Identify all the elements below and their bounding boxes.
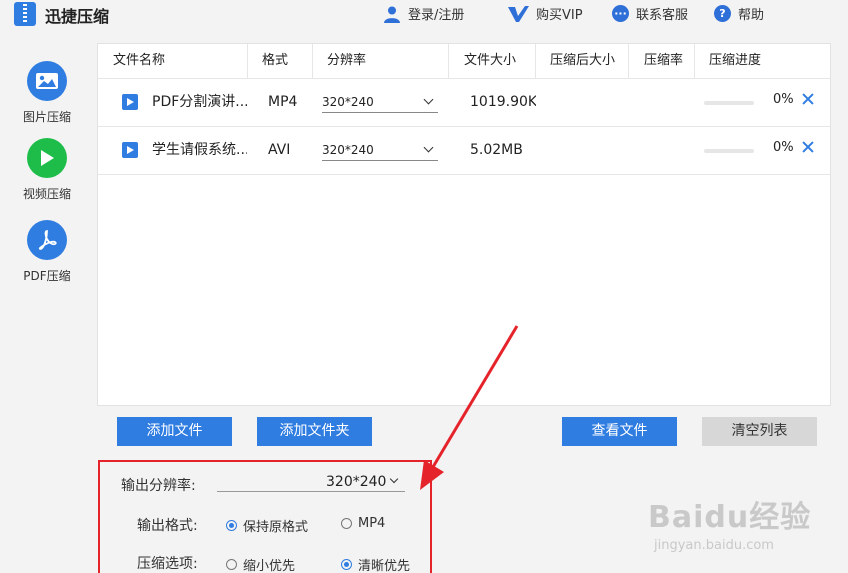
resolution-value: 320*240	[322, 143, 374, 157]
sidebar-item-label: 视频压缩	[22, 187, 71, 201]
support-link[interactable]: ··· 联系客服	[612, 4, 688, 23]
add-file-button[interactable]: 添加文件	[117, 417, 232, 446]
clear-list-button[interactable]: 清空列表	[702, 417, 817, 446]
user-icon	[384, 6, 400, 23]
support-label: 联系客服	[636, 8, 689, 23]
video-file-icon	[122, 142, 138, 158]
resolution-value: 320*240	[322, 95, 374, 109]
file-size: 5.02MB	[470, 142, 523, 158]
baidu-watermark: Baidu经验 jingyan.baidu.com	[648, 492, 818, 562]
help-label: 帮助	[738, 8, 765, 23]
progress-bar	[704, 149, 754, 153]
login-link[interactable]: 登录/注册	[383, 4, 464, 23]
buy-vip-link[interactable]: 购买VIP	[507, 4, 583, 23]
watermark-sub: jingyan.baidu.com	[654, 538, 774, 553]
progress-percent: 0%	[773, 92, 794, 107]
remove-file-close-icon[interactable]	[801, 140, 815, 154]
column-header: 分辨率	[327, 53, 367, 68]
resolution-select[interactable]: 320*240	[322, 139, 438, 161]
watermark-main: Baidu经验	[648, 500, 812, 535]
resolution-select[interactable]: 320*240	[322, 91, 438, 113]
view-files-button[interactable]: 查看文件	[562, 417, 677, 446]
progress-percent: 0%	[773, 140, 794, 155]
chat-icon: ···	[612, 5, 629, 22]
pdf-icon	[27, 220, 67, 260]
column-header: 文件大小	[464, 53, 517, 68]
sidebar-item-label: 图片压缩	[22, 110, 71, 124]
file-name: PDF分割演讲...	[152, 94, 247, 110]
sidebar-item-image-compress[interactable]: 图片压缩	[12, 61, 82, 125]
play-icon	[27, 138, 67, 178]
table-row[interactable]: PDF分割演讲... MP4 320*240 1019.90KE 0%	[98, 79, 830, 127]
chevron-down-icon	[423, 94, 434, 105]
chevron-down-icon	[423, 142, 434, 153]
file-format: MP4	[268, 94, 298, 110]
login-label: 登录/注册	[408, 8, 465, 23]
vip-icon	[508, 5, 529, 22]
column-header: 文件名称	[113, 53, 166, 68]
remove-file-close-icon[interactable]	[801, 92, 815, 106]
title-bar: 迅捷压缩 登录/注册 购买VIP ··· 联系客服 ? 帮助	[0, 0, 848, 30]
column-header: 压缩率	[644, 53, 684, 68]
help-icon: ?	[714, 5, 731, 22]
help-link[interactable]: ? 帮助	[714, 4, 764, 23]
add-folder-button[interactable]: 添加文件夹	[257, 417, 372, 446]
image-icon	[27, 61, 67, 101]
column-header: 压缩后大小	[550, 53, 616, 68]
app-title: 迅捷压缩	[45, 7, 110, 26]
column-header: 格式	[262, 53, 289, 68]
sidebar-item-pdf-compress[interactable]: PDF压缩	[12, 220, 82, 284]
file-format: AVI	[268, 142, 291, 158]
app-logo-icon	[14, 2, 36, 26]
sidebar-item-label: PDF压缩	[23, 269, 71, 283]
progress-bar	[704, 101, 754, 105]
column-header: 压缩进度	[709, 53, 762, 68]
buy-vip-label: 购买VIP	[536, 8, 583, 23]
annotation-arrow-icon	[420, 325, 519, 490]
table-row[interactable]: 学生请假系统... AVI 320*240 5.02MB 0%	[98, 127, 830, 175]
video-file-icon	[122, 94, 138, 110]
sidebar-item-video-compress[interactable]: 视频压缩	[12, 138, 82, 202]
file-name: 学生请假系统...	[152, 142, 247, 158]
annotation-highlight-box	[98, 460, 432, 573]
file-size: 1019.90KE	[470, 94, 536, 110]
table-header: 文件名称 格式 分辨率 文件大小 压缩后大小 压缩率 压缩进度	[98, 44, 830, 79]
